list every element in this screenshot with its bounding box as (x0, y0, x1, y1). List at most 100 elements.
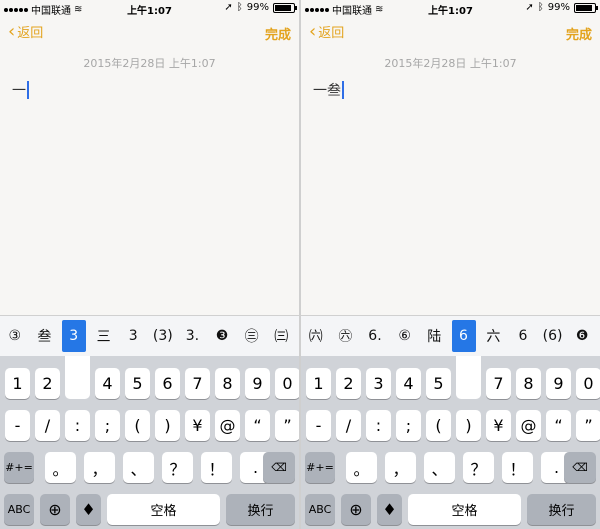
key-symbol[interactable]: / (336, 410, 361, 441)
note-date: 2015年2月28日 上午1:07 (83, 57, 216, 70)
key-7[interactable]: 8 (215, 368, 240, 399)
key-symbol[interactable]: “ (245, 410, 270, 441)
return-button[interactable]: 换行 (226, 494, 295, 525)
candidate-item[interactable]: ㊅ (332, 320, 360, 352)
candidate-item[interactable]: 六 (480, 320, 508, 352)
key-symbol[interactable]: ” (576, 410, 600, 441)
key-6[interactable]: 7 (185, 368, 210, 399)
key-0[interactable]: 1 (306, 368, 331, 399)
key-4[interactable]: 5 (426, 368, 451, 399)
key-punct[interactable]: 、 (424, 452, 455, 483)
delete-icon[interactable]: ⌫ (564, 452, 596, 483)
key-symbol[interactable]: ) (155, 410, 180, 441)
key-symbol[interactable]: - (306, 410, 331, 441)
keyboard: 1234567890-/:;()¥@“”#+=。，、？！.⌫ABC⊕♦空格换行 (301, 356, 600, 529)
candidate-selected[interactable]: 3 (61, 320, 86, 352)
delete-icon[interactable]: ⌫ (263, 452, 295, 483)
key-1[interactable]: 2 (336, 368, 361, 399)
key-4[interactable]: 5 (125, 368, 150, 399)
key-3[interactable]: 4 (95, 368, 120, 399)
done-button[interactable]: 完成 (566, 24, 592, 43)
key-2[interactable]: 3 (366, 368, 391, 399)
done-button[interactable]: 完成 (265, 24, 291, 43)
key-symbol[interactable]: @ (516, 410, 541, 441)
key-symbol[interactable]: ¥ (185, 410, 210, 441)
back-button[interactable]: ‹ 返回 (309, 22, 344, 41)
key-symbol[interactable]: @ (215, 410, 240, 441)
key-6[interactable]: 7 (486, 368, 511, 399)
key-punct[interactable]: ， (385, 452, 416, 483)
key-8[interactable]: 9 (546, 368, 571, 399)
microphone-icon[interactable]: ♦ (76, 494, 101, 525)
key-symbol[interactable]: ( (426, 410, 451, 441)
candidate-item[interactable]: ❻ (568, 320, 596, 352)
key-punct[interactable]: ？ (463, 452, 494, 483)
key-punct[interactable]: ！ (201, 452, 232, 483)
candidate-item[interactable]: (6) (539, 320, 567, 352)
candidate-bar: ③ 叁 3 三 3 (3) 3. ❸ ㊂㈢ (0, 315, 299, 356)
key-0[interactable]: 1 (5, 368, 30, 399)
note-text: 一 (12, 83, 26, 99)
key-symbol[interactable]: / (35, 410, 60, 441)
abc-button[interactable]: ABC (305, 494, 335, 525)
candidate-item[interactable]: 3. (179, 320, 207, 352)
key-symbol[interactable]: ; (95, 410, 120, 441)
candidate-item[interactable]: (3) (149, 320, 177, 352)
key-punct[interactable]: 。 (45, 452, 76, 483)
key-symbol[interactable]: ¥ (486, 410, 511, 441)
candidate-item[interactable]: ㈥ (302, 320, 330, 352)
microphone-icon[interactable]: ♦ (377, 494, 402, 525)
key-punct[interactable]: ！ (502, 452, 533, 483)
key-punct[interactable]: ？ (162, 452, 193, 483)
candidate-item[interactable]: ❸ (208, 320, 236, 352)
return-button[interactable]: 换行 (527, 494, 596, 525)
note-body[interactable]: 一叁 (313, 80, 344, 100)
candidate-item[interactable]: 叁 (31, 320, 59, 352)
key-punct[interactable]: 。 (346, 452, 377, 483)
back-label: 返回 (318, 26, 345, 41)
key-symbol[interactable]: “ (546, 410, 571, 441)
symbols-toggle-button[interactable]: #+= (4, 452, 34, 483)
candidate-item[interactable]: ⑥ (391, 320, 419, 352)
symbols-toggle-button[interactable]: #+= (305, 452, 335, 483)
key-5[interactable]: 6 (456, 356, 481, 399)
candidate-item[interactable]: ③ (1, 320, 29, 352)
candidate-item[interactable]: ㈢ (267, 320, 295, 352)
nav-bar: ‹ 返回 完成 (0, 22, 299, 44)
candidate-item[interactable]: 3 (119, 320, 147, 352)
globe-icon[interactable]: ⊕ (40, 494, 70, 525)
key-2[interactable]: 3 (65, 356, 90, 399)
status-bar: 中国联通 ≋ 上午1:07 ➚ ᛒ 99% (0, 0, 299, 17)
key-symbol[interactable]: : (65, 410, 90, 441)
key-8[interactable]: 9 (245, 368, 270, 399)
key-7[interactable]: 8 (516, 368, 541, 399)
keyboard: 1234567890-/:;()¥@“”#+=。，、？！.⌫ABC⊕♦空格换行 (0, 356, 299, 529)
note-body[interactable]: 一 (12, 80, 29, 100)
candidate-item[interactable]: 陆 (420, 320, 448, 352)
globe-icon[interactable]: ⊕ (341, 494, 371, 525)
space-bar[interactable]: 空格 (408, 494, 521, 525)
key-9[interactable]: 0 (275, 368, 299, 399)
candidate-item[interactable]: ㊂ (238, 320, 266, 352)
key-symbol[interactable]: ) (456, 410, 481, 441)
abc-button[interactable]: ABC (4, 494, 34, 525)
key-1[interactable]: 2 (35, 368, 60, 399)
back-button[interactable]: ‹ 返回 (8, 22, 43, 41)
key-symbol[interactable]: : (366, 410, 391, 441)
key-symbol[interactable]: ” (275, 410, 299, 441)
candidate-item[interactable]: 三 (90, 320, 118, 352)
key-symbol[interactable]: ; (396, 410, 421, 441)
key-symbol[interactable]: - (5, 410, 30, 441)
candidate-item[interactable]: 6. (361, 320, 389, 352)
key-punct[interactable]: ， (84, 452, 115, 483)
key-5[interactable]: 6 (155, 368, 180, 399)
key-symbol[interactable]: ( (125, 410, 150, 441)
key-3[interactable]: 4 (396, 368, 421, 399)
key-9[interactable]: 0 (576, 368, 600, 399)
note-date: 2015年2月28日 上午1:07 (384, 57, 517, 70)
location-icon: ➚ (224, 2, 233, 13)
key-punct[interactable]: 、 (123, 452, 154, 483)
space-bar[interactable]: 空格 (107, 494, 220, 525)
candidate-item[interactable]: 6 (509, 320, 537, 352)
candidate-selected[interactable]: 6 (451, 320, 476, 352)
